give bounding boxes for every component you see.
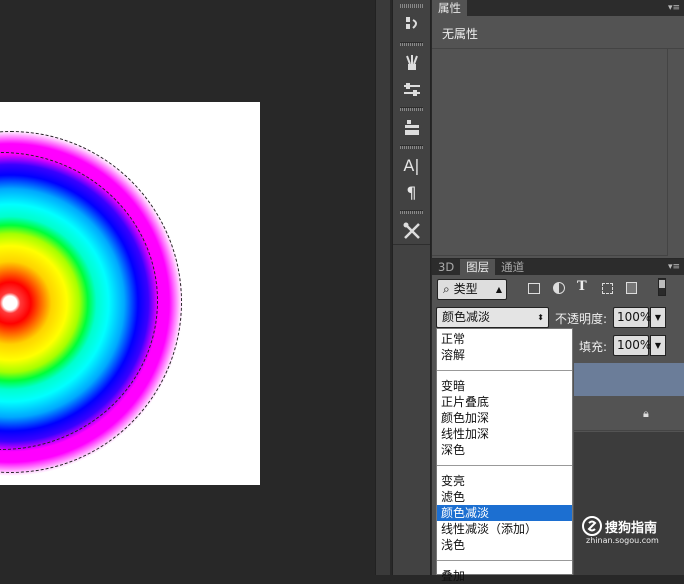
layer-filter-kind-select[interactable]: ⌕ 类型 ▲	[437, 279, 507, 300]
layers-tabbar: 3D 图层 通道 ▾≡	[432, 259, 684, 275]
blend-mode-option[interactable]: 线性减淡（添加）	[437, 521, 572, 537]
chevron-updown-icon: ⬍	[537, 313, 544, 322]
filter-type-icon[interactable]: T	[577, 279, 587, 294]
tab-properties[interactable]: 属性	[432, 0, 467, 16]
dock-grip[interactable]	[400, 145, 423, 149]
adjustments-sliders-icon[interactable]	[393, 76, 430, 103]
menu-separator	[437, 465, 572, 466]
properties-panel: 属性 ▾≡ 无属性	[432, 0, 684, 258]
blend-mode-option[interactable]: 叠加	[437, 568, 572, 584]
document-canvas[interactable]	[0, 102, 260, 485]
filter-smart-object-icon[interactable]	[626, 282, 637, 294]
history-icon[interactable]	[393, 11, 430, 38]
tab-3d[interactable]: 3D	[432, 259, 460, 275]
properties-content: 无属性	[432, 16, 684, 49]
clone-source-stamp-icon[interactable]	[393, 114, 430, 141]
watermark: 搜狗指南 zhinan.sogou.com	[582, 516, 659, 545]
panel-menu-icon[interactable]: ▾≡	[668, 259, 684, 275]
chevron-updown-icon: ▲	[495, 285, 502, 294]
opacity-value: 100%	[617, 310, 652, 324]
blend-mode-option[interactable]: 正片叠底	[437, 394, 572, 410]
filter-pixel-icon[interactable]	[528, 283, 540, 294]
filter-adjustment-icon[interactable]	[553, 282, 565, 294]
filter-shape-icon[interactable]	[602, 283, 613, 294]
watermark-url: zhinan.sogou.com	[586, 536, 659, 545]
blend-mode-value: 颜色减淡	[442, 310, 491, 324]
blend-mode-option[interactable]: 溶解	[437, 347, 572, 363]
properties-body	[432, 49, 668, 256]
panel-collapse-strip[interactable]	[375, 0, 390, 575]
fill-value: 100%	[617, 338, 652, 352]
filter-toggle-switch[interactable]	[658, 278, 666, 296]
tab-channels[interactable]: 通道	[495, 259, 530, 275]
blend-mode-option[interactable]: 颜色加深	[437, 410, 572, 426]
layer-row[interactable]: 🔒︎	[574, 397, 684, 431]
filter-kind-label: 类型	[453, 282, 478, 296]
dock-grip[interactable]	[400, 42, 423, 46]
blend-mode-option[interactable]: 颜色减淡	[437, 505, 572, 521]
opacity-input[interactable]: 100%	[613, 307, 652, 328]
blend-mode-option[interactable]: 线性加深	[437, 426, 572, 442]
blend-mode-menu-items: 正常 溶解变暗 正片叠底 颜色加深 线性加深 深色变亮 滤色 颜色减淡 线性减淡（添加） 浅色叠加	[437, 331, 572, 584]
layer-row-selected[interactable]	[574, 363, 684, 396]
paragraph-icon[interactable]: ¶	[393, 179, 430, 206]
blend-mode-option[interactable]: 浅色	[437, 537, 572, 553]
opacity-dropdown-button[interactable]: ▼	[650, 307, 666, 328]
menu-separator	[437, 560, 572, 561]
fill-dropdown-button[interactable]: ▼	[650, 335, 666, 356]
blend-mode-menu[interactable]: 正常 溶解变暗 正片叠底 颜色加深 线性加深 深色变亮 滤色 颜色减淡 线性减淡（添加） 浅色叠加	[436, 328, 573, 583]
blend-mode-option[interactable]: 正常	[437, 331, 572, 347]
menu-separator	[437, 370, 572, 371]
blend-mode-option[interactable]: 变暗	[437, 378, 572, 394]
opacity-label: 不透明度:	[555, 312, 608, 326]
layers-list-lower	[574, 432, 684, 575]
fill-input[interactable]: 100%	[613, 335, 652, 356]
brush-presets-icon[interactable]	[393, 49, 430, 76]
blend-mode-option[interactable]: 滤色	[437, 489, 572, 505]
properties-tabbar: 属性 ▾≡	[432, 0, 684, 16]
blend-mode-option[interactable]: 深色	[437, 442, 572, 458]
dock-grip[interactable]	[400, 210, 423, 214]
tab-layers[interactable]: 图层	[460, 259, 496, 275]
lock-icon: 🔒︎	[643, 407, 649, 420]
panel-dock-toolbar: A| ¶	[392, 0, 431, 575]
blend-mode-option[interactable]: 变亮	[437, 473, 572, 489]
panel-menu-icon[interactable]: ▾≡	[668, 0, 684, 16]
watermark-brand: 搜狗指南	[605, 520, 658, 536]
dock-grip[interactable]	[400, 107, 423, 111]
dock-grip[interactable]	[400, 4, 423, 8]
tool-presets-icon[interactable]	[393, 217, 430, 244]
character-icon[interactable]: A|	[393, 152, 430, 179]
sogou-logo-icon	[582, 516, 602, 536]
fill-label: 填充:	[579, 340, 608, 354]
blend-mode-select[interactable]: 颜色减淡 ⬍	[436, 307, 549, 328]
canvas-area[interactable]	[0, 0, 375, 575]
search-icon: ⌕	[443, 282, 450, 296]
